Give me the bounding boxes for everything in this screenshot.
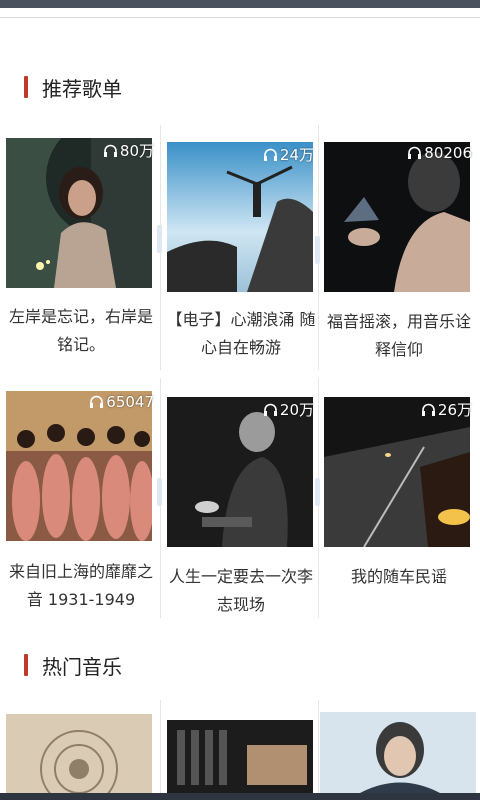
play-count-value: 65047 — [106, 393, 154, 411]
column-divider — [160, 700, 161, 793]
section-title: 热门音乐 — [42, 654, 122, 679]
status-bar — [0, 0, 480, 8]
headphones-icon — [90, 395, 104, 408]
album-cover — [167, 720, 313, 793]
album-cover — [6, 714, 152, 793]
playlist-title: 福音摇滚，用音乐诠释信仰 — [326, 312, 471, 359]
playlist-card[interactable]: 80206 福音摇滚，用音乐诠释信仰 — [320, 130, 478, 370]
header-divider — [0, 17, 480, 18]
headphones-icon — [421, 403, 435, 416]
playlist-card[interactable]: 65047 来自旧上海的靡靡之音 1931-1949 — [2, 385, 160, 620]
playlist-title: 我的随车民谣 — [350, 567, 447, 586]
section-marker — [24, 76, 28, 98]
playlist-title: 左岸是忘记，右岸是铭记。 — [8, 307, 153, 354]
play-count: 65047 — [89, 393, 154, 411]
hot-music-card[interactable] — [320, 710, 478, 793]
play-count-value: 80206 — [424, 144, 472, 162]
play-count-value: 80万 — [119, 142, 154, 160]
album-cover — [320, 712, 476, 793]
section-header-recommended: 推荐歌单 — [24, 72, 122, 102]
hot-music-card[interactable] — [2, 710, 160, 793]
play-count: 24万 — [263, 144, 314, 165]
playlist-card[interactable]: 80万 左岸是忘记，右岸是铭记。 — [2, 130, 160, 370]
play-count-value: 20万 — [279, 401, 314, 419]
play-count: 26万 — [421, 399, 472, 420]
playlist-cover — [6, 391, 152, 541]
playlist-card[interactable]: 24万 【电子】心潮浪涌 随心自在畅游 — [162, 130, 320, 370]
hot-music-card[interactable] — [162, 710, 320, 793]
playlist-cover — [324, 142, 470, 292]
headphones-icon — [103, 144, 117, 157]
play-count: 80206 — [407, 144, 472, 162]
section-marker — [24, 654, 28, 676]
headphones-icon — [263, 148, 277, 161]
play-count: 80万 — [103, 140, 154, 161]
play-count: 20万 — [263, 399, 314, 420]
section-header-hot: 热门音乐 — [24, 650, 122, 680]
playlist-title: 【电子】心潮浪涌 随心自在畅游 — [166, 310, 316, 357]
play-count-value: 24万 — [279, 146, 314, 164]
playlist-card[interactable]: 20万 人生一定要去一次李志现场 — [162, 385, 320, 620]
bottom-bar — [0, 793, 480, 800]
playlist-title: 人生一定要去一次李志现场 — [168, 567, 313, 614]
headphones-icon — [408, 146, 422, 159]
playlist-card[interactable]: 26万 我的随车民谣 — [320, 385, 478, 620]
play-count-value: 26万 — [437, 401, 472, 419]
playlist-title: 来自旧上海的靡靡之音 1931-1949 — [8, 562, 153, 609]
headphones-icon — [263, 403, 277, 416]
section-title: 推荐歌单 — [42, 76, 122, 101]
